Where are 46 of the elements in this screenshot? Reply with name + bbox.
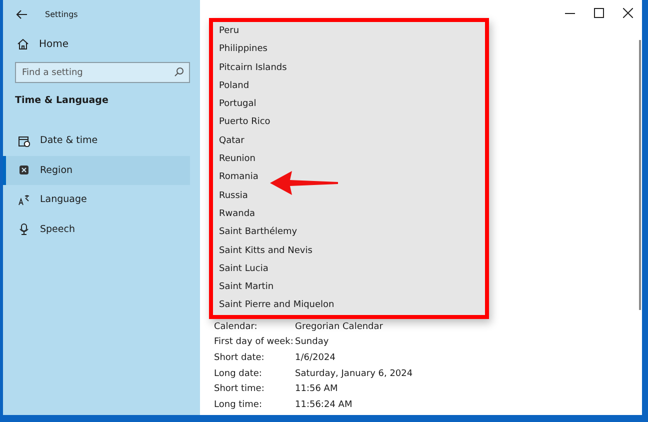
calendar-icon: [18, 134, 30, 147]
dropdown-option[interactable]: Saint Kitts and Nevis: [219, 242, 485, 260]
dropdown-option[interactable]: Peru: [219, 22, 485, 40]
dropdown-option[interactable]: Qatar: [219, 132, 485, 150]
dropdown-option[interactable]: Romania: [219, 168, 485, 187]
maximize-icon[interactable]: [594, 8, 604, 18]
format-value: Sunday: [295, 336, 330, 350]
section-heading: Time & Language: [14, 94, 110, 106]
format-value: 11:56 AM: [295, 383, 339, 396]
dropdown-option[interactable]: Reunion: [219, 150, 485, 168]
search-icon: [174, 67, 184, 77]
dropdown-option[interactable]: Poland: [219, 76, 485, 96]
window-title: Settings: [45, 10, 78, 18]
format-value: Gregorian Calendar: [295, 320, 384, 334]
dropdown-option[interactable]: Puerto Rico: [219, 113, 485, 132]
nav-item[interactable]: Language: [3, 185, 190, 214]
dropdown-option[interactable]: Saint Barthélemy: [219, 223, 485, 242]
dropdown-option[interactable]: Saint Lucia: [219, 260, 485, 278]
format-label: Long date:: [214, 368, 263, 381]
home-link[interactable]: Home: [3, 32, 190, 56]
nav-item[interactable]: Region: [3, 156, 190, 185]
dropdown-option[interactable]: Saint Martin: [219, 278, 485, 296]
format-value: 1/6/2024: [295, 352, 336, 365]
nav-item[interactable]: Speech: [3, 214, 190, 244]
dropdown-option[interactable]: Saint Pierre and Miquelon: [219, 296, 485, 315]
format-value: Saturday, January 6, 2024: [295, 368, 414, 381]
dropdown-option[interactable]: Pitcairn Islands: [219, 58, 485, 77]
language-icon: [18, 194, 30, 206]
format-value: 11:56:24 AM: [295, 398, 354, 412]
format-label: First day of week:: [214, 336, 294, 350]
format-label: Long time:: [214, 398, 264, 412]
dropdown-option[interactable]: Russia: [219, 186, 485, 205]
back-icon[interactable]: [16, 10, 27, 18]
search-field[interactable]: Find a setting: [15, 62, 190, 83]
microphone-icon: [18, 223, 30, 236]
close-icon[interactable]: [623, 8, 633, 18]
scrollbar[interactable]: [639, 40, 641, 310]
arrow-annotation: [270, 170, 338, 196]
home-icon: [17, 38, 29, 50]
dropdown-option[interactable]: Portugal: [219, 95, 485, 114]
format-label: Short time:: [214, 383, 266, 396]
format-label: Calendar:: [214, 320, 258, 334]
format-label: Short date:: [214, 352, 266, 365]
dropdown-option[interactable]: Rwanda: [219, 204, 485, 224]
nav-item[interactable]: Date & time: [3, 126, 190, 156]
dropdown-option[interactable]: Philippines: [219, 40, 485, 59]
